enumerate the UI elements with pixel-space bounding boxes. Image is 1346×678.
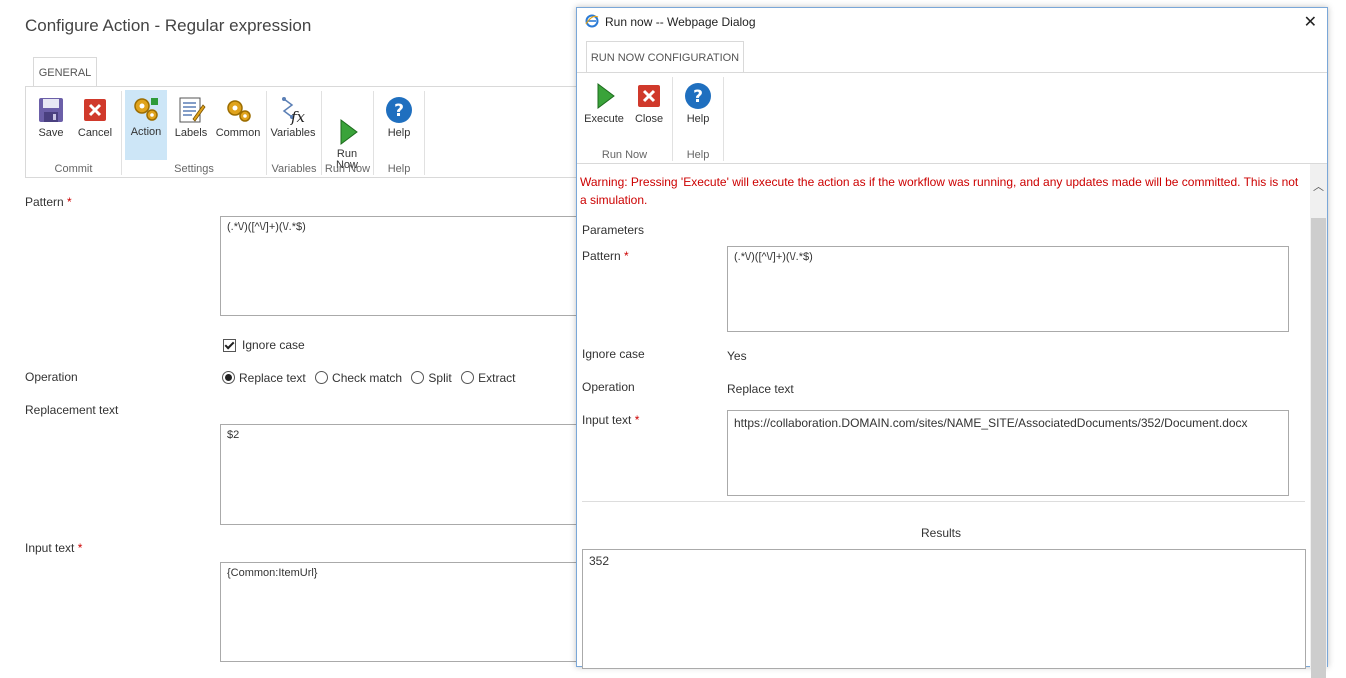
group-label-settings: Settings [174, 163, 214, 175]
dialog-help-label: Help [686, 113, 710, 125]
group-label-variables: Variables [271, 163, 317, 175]
execute-button[interactable]: Execute [583, 77, 625, 125]
radio-button[interactable] [411, 371, 425, 384]
tab-general[interactable]: GENERAL [33, 57, 97, 87]
replacement-text-textarea[interactable]: $2 [220, 424, 590, 525]
radio-extract[interactable]: Extract [461, 371, 515, 385]
dialog-operation-value: Replace text [727, 382, 794, 396]
ignore-case-checkbox[interactable] [223, 339, 236, 352]
save-button[interactable]: Save [32, 91, 70, 139]
dialog-pattern-label: Pattern * [582, 249, 629, 263]
radio-button[interactable] [222, 371, 235, 384]
main-ribbon: Save Cancel Action Labels Common fx Vari… [25, 86, 585, 178]
variables-button[interactable]: fx Variables [269, 91, 317, 139]
run-now-dialog: Run now -- Webpage Dialog ✕ RUN NOW CONF… [576, 7, 1328, 678]
ribbon-separator [424, 91, 425, 175]
results-heading: Results [920, 526, 961, 540]
group-label-run-now: Run Now [324, 163, 371, 175]
pattern-label: Pattern * [25, 195, 72, 209]
dialog-content: Warning: Pressing 'Execute' will execute… [577, 164, 1327, 678]
play-icon [332, 106, 362, 145]
dialog-ribbon: Execute Close ? Help Run Now Help [577, 72, 1327, 164]
variables-fx-icon: fx [278, 95, 308, 126]
action-label: Action [130, 126, 162, 138]
help-icon: ? [384, 95, 414, 125]
radio-check-match[interactable]: Check match [315, 371, 402, 385]
operation-options: Replace text Check match Split Extract [222, 371, 521, 385]
dialog-titlebar: Run now -- Webpage Dialog ✕ [577, 8, 1327, 36]
dialog-close-icon[interactable]: ✕ [1304, 12, 1317, 32]
replacement-text-label: Replacement text [25, 403, 119, 417]
input-text-label: Input text * [25, 541, 83, 555]
close-button[interactable]: Close [629, 77, 669, 125]
scrollbar-thumb[interactable] [1311, 218, 1326, 678]
parameters-heading: Parameters [582, 223, 645, 237]
dialog-operation-label: Operation [582, 380, 635, 394]
dialog-pattern-textarea[interactable]: (.*\/)([^\/]+)(\/.*$) [727, 246, 1289, 332]
dialog-ignore-case-label: Ignore case [582, 347, 645, 361]
ribbon-separator [723, 77, 724, 161]
dialog-help-button[interactable]: ? Help [678, 77, 718, 125]
scroll-up-icon[interactable]: ︿ [1313, 178, 1324, 194]
radio-replace-text[interactable]: Replace text [222, 371, 306, 385]
help-icon: ? [683, 81, 713, 111]
group-label-help: Help [387, 163, 411, 175]
tab-run-now-configuration[interactable]: RUN NOW CONFIGURATION [586, 41, 744, 73]
run-now-button[interactable]: Run Now [328, 91, 366, 171]
radio-button[interactable] [461, 371, 475, 384]
results-textarea[interactable]: 352 [582, 549, 1306, 669]
dialog-input-text-label: Input text * [582, 413, 640, 427]
radio-split[interactable]: Split [411, 371, 452, 385]
save-icon [36, 95, 66, 125]
svg-text:?: ? [693, 87, 703, 107]
close-label: Close [634, 113, 664, 125]
gear-icon [131, 94, 161, 124]
svg-text:fx: fx [290, 108, 306, 125]
close-icon [634, 81, 664, 111]
common-button[interactable]: Common [214, 91, 262, 139]
group-label-help: Help [686, 149, 710, 161]
warning-message: Warning: Pressing 'Execute' will execute… [580, 175, 1299, 207]
common-label: Common [215, 127, 261, 139]
operation-label: Operation [25, 370, 78, 384]
group-label-commit: Commit [54, 163, 93, 175]
execute-label: Execute [584, 113, 624, 125]
labels-button[interactable]: Labels [171, 91, 211, 139]
labels-icon [176, 95, 206, 125]
variables-label: Variables [270, 127, 316, 139]
page-title: Configure Action - Regular expression [25, 16, 312, 35]
radio-button[interactable] [315, 371, 329, 384]
dialog-title: Run now -- Webpage Dialog [605, 15, 756, 29]
help-button[interactable]: ? Help [379, 91, 419, 139]
save-label: Save [38, 127, 64, 139]
dialog-ignore-case-value: Yes [727, 349, 747, 363]
common-gear-icon [223, 95, 253, 125]
dialog-input-text-textarea[interactable]: https://collaboration.DOMAIN.com/sites/N… [727, 410, 1289, 496]
pattern-textarea[interactable]: (.*\/)([^\/]+)(\/.*$) [220, 216, 590, 316]
cancel-button[interactable]: Cancel [74, 91, 116, 139]
svg-text:?: ? [394, 101, 404, 121]
ie-icon [585, 14, 599, 28]
group-label-run-now: Run Now [601, 149, 648, 161]
divider [582, 501, 1305, 502]
cancel-label: Cancel [77, 127, 113, 139]
labels-label: Labels [174, 127, 208, 139]
action-button[interactable]: Action [125, 90, 167, 160]
ignore-case-label: Ignore case [242, 338, 305, 352]
cancel-icon [80, 95, 110, 125]
dialog-scrollbar[interactable]: ︿ [1310, 164, 1327, 678]
help-label: Help [387, 127, 411, 139]
play-icon [589, 81, 619, 111]
input-text-textarea[interactable]: {Common:ItemUrl} [220, 562, 590, 662]
